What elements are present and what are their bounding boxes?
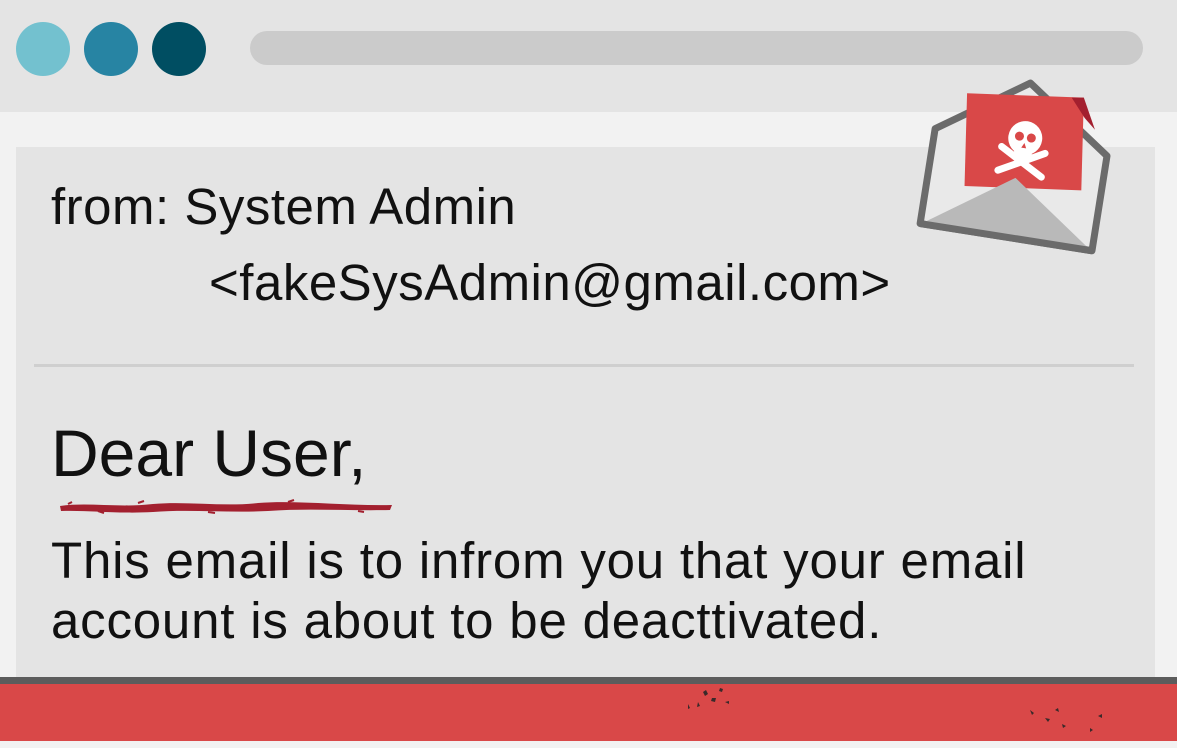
footer-band	[0, 677, 1177, 741]
sender-address[interactable]: <fakeSysAdmin@gmail.com>	[209, 253, 891, 313]
malicious-envelope-icon	[916, 79, 1111, 255]
header-divider	[34, 364, 1134, 367]
window-control-minimize[interactable]	[84, 22, 138, 76]
greeting-underline	[60, 499, 392, 514]
email-body: This email is to infrom you that your em…	[51, 532, 1027, 649]
window-control-close[interactable]	[16, 22, 70, 76]
sender-name: from: System Admin	[51, 178, 517, 235]
address-bar[interactable]	[250, 31, 1143, 65]
email-greeting: Dear User,	[51, 416, 367, 490]
browser-window: from: System Admin <fakeSysAdmin@gmail.c…	[0, 0, 1177, 741]
footer-marks	[688, 688, 1102, 732]
window-control-maximize[interactable]	[152, 22, 206, 76]
